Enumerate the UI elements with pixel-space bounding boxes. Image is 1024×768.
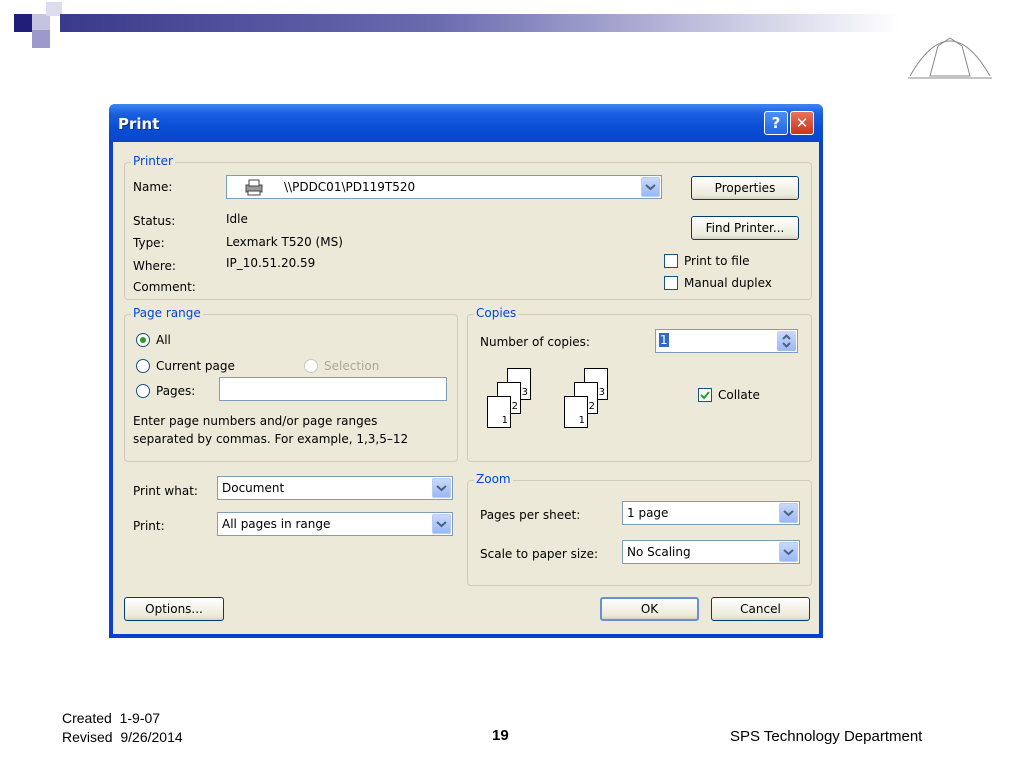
page-range-hint-line1: Enter page numbers and/or page ranges xyxy=(133,414,378,428)
where-value: IP_10.51.20.59 xyxy=(226,256,316,270)
spinner-arrows-icon[interactable] xyxy=(777,331,796,351)
copies-value: 1 xyxy=(659,333,669,347)
print-what-select[interactable]: Document xyxy=(217,476,453,500)
comment-label: Comment: xyxy=(133,280,196,294)
collate-page-2: 2 xyxy=(511,401,518,412)
options-button[interactable]: Options... xyxy=(124,597,224,621)
collate-page-1: 1 xyxy=(501,415,508,426)
printer-name-value: \\PDDC01\PD119T520 xyxy=(284,180,416,194)
print-what-label: Print what: xyxy=(133,484,198,498)
help-button[interactable]: ? xyxy=(764,111,788,135)
collate-page-3: 3 xyxy=(521,387,528,398)
all-pages-radio[interactable] xyxy=(136,333,150,347)
footer-dates: Created 1-9-07 Revised 9/26/2014 xyxy=(62,709,183,747)
copies-group-label: Copies xyxy=(474,306,519,320)
print-dialog: Print ? ✕ Printer Name: \\PDDC01\PD119T5… xyxy=(109,104,823,638)
status-label: Status: xyxy=(133,214,176,228)
scale-to-paper-size-label: Scale to paper size: xyxy=(480,547,598,561)
chevron-down-icon[interactable] xyxy=(779,542,798,562)
close-button[interactable]: ✕ xyxy=(790,111,814,135)
ok-button[interactable]: OK xyxy=(600,597,699,621)
printer-icon xyxy=(243,178,265,199)
pages-per-sheet-select[interactable]: 1 page xyxy=(622,501,800,525)
properties-button-label: Properties xyxy=(714,181,776,195)
dialog-title-bar[interactable]: Print ? ✕ xyxy=(109,104,823,142)
type-label: Type: xyxy=(133,236,165,250)
dialog-client-area: Printer Name: \\PDDC01\PD119T520 Propert… xyxy=(113,142,819,634)
pages-label: Pages: xyxy=(156,384,196,398)
scale-to-paper-size-select[interactable]: No Scaling xyxy=(622,540,800,564)
chevron-down-icon[interactable] xyxy=(641,177,660,197)
footer-created: Created 1-9-07 xyxy=(62,710,161,726)
find-printer-button-label: Find Printer... xyxy=(705,221,785,235)
radio-selected-dot xyxy=(140,337,146,343)
collate-page-1: 1 xyxy=(578,415,585,426)
chevron-down-icon[interactable] xyxy=(432,514,451,534)
slide-header-bar xyxy=(60,14,900,32)
collate-stack-icon: 3 2 1 xyxy=(483,368,543,440)
checkmark-icon xyxy=(700,391,710,400)
cancel-button[interactable]: Cancel xyxy=(711,597,810,621)
print-label: Print: xyxy=(133,519,165,533)
print-to-file-label: Print to file xyxy=(684,254,750,268)
chevron-down-icon[interactable] xyxy=(779,503,798,523)
pages-radio[interactable] xyxy=(136,384,150,398)
collate-stack-icon: 3 2 1 xyxy=(560,368,620,440)
ok-button-label: OK xyxy=(640,602,659,616)
current-page-label: Current page xyxy=(156,359,235,373)
slide-corner-squares xyxy=(0,0,80,64)
printer-name-select[interactable]: \\PDDC01\PD119T520 xyxy=(226,175,662,199)
chevron-down-icon[interactable] xyxy=(432,478,451,498)
footer-revised: Revised 9/26/2014 xyxy=(62,729,183,745)
number-of-copies-label: Number of copies: xyxy=(480,335,590,349)
school-seal-logo xyxy=(900,16,1000,86)
selection-label: Selection xyxy=(324,359,380,373)
find-printer-button[interactable]: Find Printer... xyxy=(691,216,799,240)
slide-page-number: 19 xyxy=(492,727,509,744)
collate-label: Collate xyxy=(718,388,760,402)
where-label: Where: xyxy=(133,259,176,273)
selection-radio[interactable] xyxy=(304,359,318,373)
copies-spinner[interactable]: 1 xyxy=(655,329,798,353)
zoom-group-label: Zoom xyxy=(474,472,513,486)
cancel-button-label: Cancel xyxy=(740,602,781,616)
printer-group-label: Printer xyxy=(131,154,175,168)
type-value: Lexmark T520 (MS) xyxy=(226,235,343,249)
print-what-value: Document xyxy=(222,481,285,495)
printer-name-label: Name: xyxy=(133,180,173,194)
dialog-title: Print xyxy=(118,115,160,133)
pages-per-sheet-value: 1 page xyxy=(627,506,669,520)
print-range-select[interactable]: All pages in range xyxy=(217,512,453,536)
all-pages-label: All xyxy=(156,333,171,347)
print-to-file-checkbox[interactable] xyxy=(664,254,678,268)
pages-input[interactable] xyxy=(219,377,447,401)
scale-to-paper-size-value: No Scaling xyxy=(627,545,691,559)
options-button-label: Options... xyxy=(145,602,203,616)
print-range-value: All pages in range xyxy=(222,517,331,531)
manual-duplex-label: Manual duplex xyxy=(684,276,772,290)
collate-page-2: 2 xyxy=(588,401,595,412)
zoom-group: Zoom xyxy=(467,472,812,586)
collate-checkbox[interactable] xyxy=(698,388,712,402)
status-value: Idle xyxy=(226,212,248,226)
properties-button[interactable]: Properties xyxy=(691,176,799,200)
current-page-radio[interactable] xyxy=(136,359,150,373)
collate-page-3: 3 xyxy=(598,387,605,398)
manual-duplex-checkbox[interactable] xyxy=(664,276,678,290)
page-range-hint-line2: separated by commas. For example, 1,3,5–… xyxy=(133,432,409,446)
footer-department: SPS Technology Department xyxy=(730,728,923,745)
pages-per-sheet-label: Pages per sheet: xyxy=(480,508,581,522)
page-range-group-label: Page range xyxy=(131,306,203,320)
